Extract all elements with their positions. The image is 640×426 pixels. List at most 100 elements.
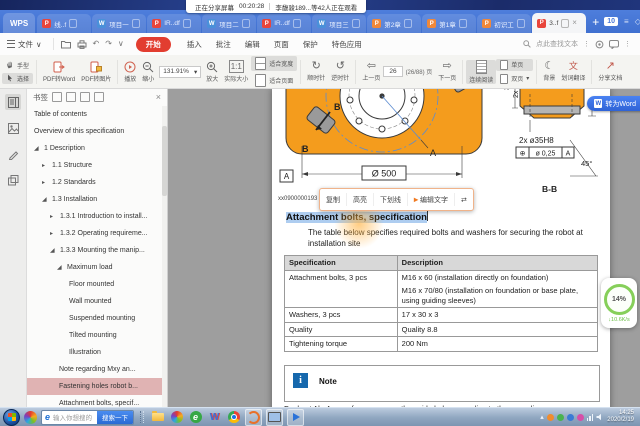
rotate-ccw-button[interactable]: ↺逆时针: [328, 61, 352, 82]
background-button[interactable]: ☾背景: [540, 61, 558, 82]
tray-pink-icon[interactable]: [577, 414, 584, 421]
document-viewport[interactable]: A B B Ø 500 A 3x 2x: [168, 88, 640, 426]
display-app-icon[interactable]: [266, 409, 283, 426]
thumbnails-icon[interactable]: [5, 120, 21, 136]
next-page-button[interactable]: ⇨下一页: [435, 61, 459, 82]
convert-to-word-button[interactable]: W 转为Word: [587, 96, 640, 111]
actual-size-button[interactable]: 1:1实际大小: [221, 60, 251, 83]
pdf-to-image-button[interactable]: PDF转图片: [78, 61, 114, 83]
edit-text-button[interactable]: ▸编辑文字: [408, 193, 455, 206]
tab-count-badge[interactable]: 10: [604, 17, 618, 26]
pdf-to-word-button[interactable]: PDF转Word: [40, 61, 78, 83]
tree-item[interactable]: ◢Maximum load: [27, 259, 162, 276]
sidebar-scrollbar[interactable]: [162, 106, 167, 426]
tree-item[interactable]: Note regarding Mxy an...: [27, 361, 162, 378]
tab-close-icon[interactable]: ×: [572, 19, 577, 27]
tree-item[interactable]: Overview of this specification: [27, 123, 162, 140]
tree-item[interactable]: Tilted mounting: [27, 327, 162, 344]
feedback-icon[interactable]: [609, 40, 619, 49]
select-tool-button[interactable]: 选择: [2, 73, 33, 84]
layers-icon[interactable]: [5, 172, 21, 188]
pinwheel-app-icon[interactable]: [24, 411, 37, 424]
open-folder-icon[interactable]: [61, 40, 71, 49]
translate-button[interactable]: 文划词翻译: [558, 61, 588, 82]
single-page-button[interactable]: 单页: [496, 59, 533, 71]
wps-app-icon[interactable]: W: [207, 410, 222, 425]
menu-tab-home[interactable]: 开始: [136, 37, 171, 52]
tab-doc-5[interactable]: PIR..df: [257, 14, 311, 33]
media-player-icon[interactable]: [287, 409, 304, 426]
explorer-icon[interactable]: [150, 410, 165, 425]
tab-doc-6[interactable]: W项目三: [312, 14, 366, 33]
share-doc-button[interactable]: ↗分享文档: [595, 61, 625, 82]
play-button[interactable]: 播放: [121, 61, 139, 83]
double-page-button[interactable]: 双页▾: [496, 73, 533, 85]
tree-item[interactable]: ▸1.2 Standards: [27, 174, 162, 191]
undo-icon[interactable]: ↶: [93, 39, 100, 49]
tree-collapsed-icon[interactable]: ▸: [42, 162, 49, 169]
tree-item[interactable]: ▸1.3.2 Operating requireme...: [27, 225, 162, 242]
tray-orange-icon[interactable]: [547, 414, 554, 421]
tab-doc-2[interactable]: W项目一: [92, 14, 146, 33]
bookmark-settings-icon[interactable]: [94, 92, 104, 102]
tab-list-icon[interactable]: ≡: [624, 17, 629, 26]
green-browser-icon[interactable]: e: [188, 410, 203, 425]
start-button[interactable]: [3, 409, 20, 426]
redo-icon[interactable]: ↷: [105, 39, 112, 49]
clock[interactable]: 14:25 2020/2/19: [607, 410, 634, 424]
page-number-input[interactable]: 26: [383, 66, 402, 77]
add-bookmark-icon[interactable]: [80, 92, 90, 102]
toolbar-more-icon[interactable]: ∨: [118, 39, 124, 49]
more-dots-icon[interactable]: ⋮: [583, 40, 590, 48]
menu-tab-edit[interactable]: 编辑: [245, 39, 260, 50]
promo-icon[interactable]: ◇: [635, 17, 640, 26]
tree-item[interactable]: Wall mounted: [27, 293, 162, 310]
tree-collapsed-icon[interactable]: ▸: [42, 179, 49, 186]
download-progress-widget[interactable]: 14% ↓10.6K/s: [601, 278, 637, 328]
collapse-all-icon[interactable]: [66, 92, 76, 102]
underline-button[interactable]: 下划线: [374, 193, 408, 206]
tree-item[interactable]: ▸1.3.1 Introduction to install...: [27, 208, 162, 225]
network-icon[interactable]: [587, 414, 594, 421]
tree-collapsed-icon[interactable]: ▸: [50, 230, 57, 237]
tree-item[interactable]: Table of contents: [27, 106, 162, 123]
continuous-read-button[interactable]: 连续阅读: [466, 60, 496, 84]
copy-button[interactable]: 复制: [320, 193, 347, 206]
tree-item[interactable]: ▸1.1 Structure: [27, 157, 162, 174]
tree-item[interactable]: Illustration: [27, 344, 162, 361]
print-icon[interactable]: [77, 40, 87, 49]
screen-share-bar[interactable]: 正在分享屏幕 00:20:28 李馥骏189...等42人正在观看: [186, 0, 366, 13]
fit-width-button[interactable]: 适合宽度: [251, 56, 297, 71]
tab-doc-1[interactable]: P线..f: [37, 14, 91, 33]
find-text-box[interactable]: 点此查找文本 ⋮ ⋮: [523, 39, 640, 49]
tab-doc-8[interactable]: P第1章: [422, 14, 476, 33]
tree-item[interactable]: Floor mounted: [27, 276, 162, 293]
menu-tab-page[interactable]: 页面: [274, 39, 289, 50]
tree-item[interactable]: Suspended mounting: [27, 310, 162, 327]
fit-page-button[interactable]: 适合页面: [251, 73, 297, 88]
close-icon[interactable]: ×: [156, 92, 161, 102]
tray-expand-icon[interactable]: ▴: [540, 413, 544, 421]
expand-all-icon[interactable]: [52, 92, 62, 102]
more-tools-icon[interactable]: ⇄: [455, 193, 473, 206]
menu-tab-special[interactable]: 特色应用: [332, 39, 362, 50]
menu-tab-protect[interactable]: 保护: [303, 39, 318, 50]
tab-doc-3[interactable]: PIR..df: [147, 14, 201, 33]
tree-expanded-icon[interactable]: ◢: [57, 264, 64, 271]
browser-flower-icon[interactable]: [169, 410, 184, 425]
screen-record-app-icon[interactable]: [245, 409, 262, 426]
menu-tab-comment[interactable]: 批注: [216, 39, 231, 50]
tree-expanded-icon[interactable]: ◢: [50, 247, 57, 254]
prev-page-button[interactable]: ⇦上一页: [359, 61, 383, 82]
file-menu-button[interactable]: 文件 ∨: [0, 39, 49, 50]
hand-tool-button[interactable]: 手型: [2, 60, 33, 71]
tree-item[interactable]: ◢1 Description: [27, 140, 162, 157]
tree-expanded-icon[interactable]: ◢: [34, 145, 41, 152]
wps-home-tab[interactable]: WPS: [3, 13, 35, 33]
tree-item[interactable]: ◢1.3.3 Mounting the manip...: [27, 242, 162, 259]
scrollbar-thumb[interactable]: [162, 126, 167, 196]
zoom-level-select[interactable]: 131.91% ▾: [159, 66, 201, 78]
new-tab-button[interactable]: +: [592, 15, 599, 29]
chrome-icon[interactable]: [226, 410, 241, 425]
zoom-in-button[interactable]: 放大: [203, 61, 221, 83]
